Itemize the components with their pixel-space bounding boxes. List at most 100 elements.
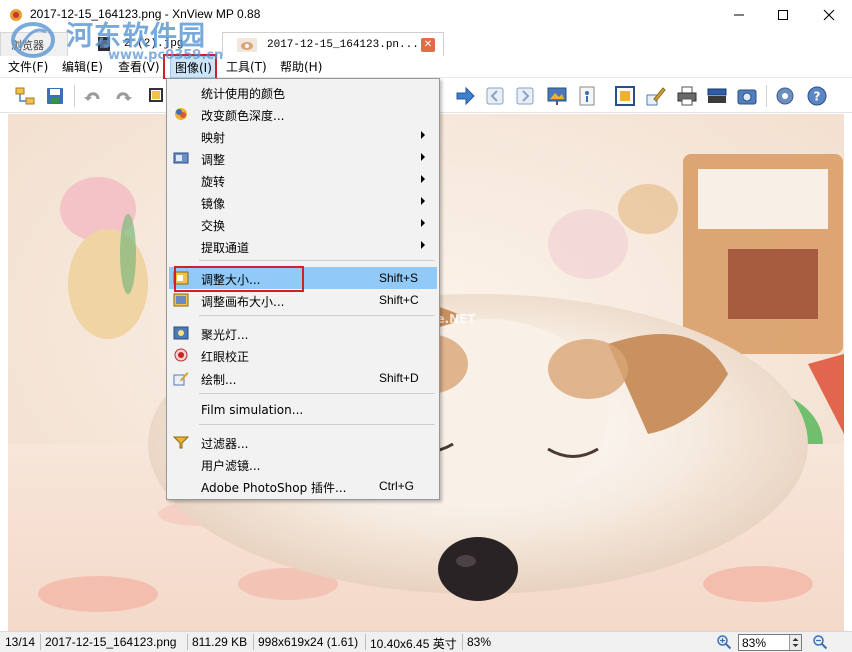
zoom-spinner[interactable] — [789, 635, 801, 650]
slideshow-button[interactable] — [544, 83, 570, 109]
tab-close-icon[interactable]: ✕ — [421, 38, 435, 52]
next-button[interactable] — [452, 83, 478, 109]
menu-item-shortcut: Shift+S — [379, 271, 419, 285]
close-window-button[interactable] — [806, 0, 852, 30]
info-icon — [579, 86, 595, 106]
menu-item-14[interactable]: Film simulation... — [169, 399, 437, 421]
submenu-arrow-icon — [421, 197, 425, 205]
status-separator — [40, 634, 41, 650]
title-bar: 2017-12-15_164123.png - XnView MP 0.88 — [0, 0, 852, 30]
menu-item-15[interactable]: 过滤器... — [169, 431, 437, 453]
zoom-out-icon[interactable] — [812, 634, 828, 650]
status-separator — [253, 634, 254, 650]
tab-image-2-2[interactable]: 2 (2).jpg ✕ — [78, 32, 218, 56]
settings-button[interactable] — [772, 83, 798, 109]
zoom-input[interactable]: 83% — [738, 634, 802, 651]
menu-item-label: 调整 — [201, 153, 226, 167]
menu-item-4[interactable]: 调整 — [169, 147, 437, 169]
xnview-app-icon — [9, 8, 23, 22]
menu-item-6[interactable]: 镜像 — [169, 191, 437, 213]
image-thumbnail-icon — [98, 37, 110, 51]
spotlight-icon — [173, 326, 189, 340]
menu-item-11[interactable]: 聚光灯... — [169, 322, 437, 344]
first-page-button[interactable] — [482, 83, 508, 109]
adjust-icon — [173, 152, 189, 164]
menu-item-label: 旋转 — [201, 175, 226, 189]
menu-file[interactable]: 文件(F) — [4, 56, 52, 78]
menu-edit[interactable]: 编辑(E) — [58, 56, 107, 78]
submenu-arrow-icon — [421, 241, 425, 249]
menu-item-3[interactable]: 映射 — [169, 125, 437, 147]
menu-item-17[interactable]: Adobe PhotoShop 插件... Ctrl+G — [169, 475, 437, 497]
edit-button[interactable] — [642, 83, 668, 109]
tab-label: 2 (2).jpg — [124, 38, 184, 50]
minimize-icon — [734, 14, 744, 16]
menu-item-12[interactable]: 红眼校正 — [169, 344, 437, 366]
submenu-arrow-icon — [421, 219, 425, 227]
print-button[interactable] — [674, 83, 700, 109]
fullscreen-icon — [615, 86, 635, 106]
next-arrow-icon — [456, 86, 475, 106]
menu-item-label: 绘制... — [201, 373, 237, 387]
tab-image-current[interactable]: 2017-12-15_164123.pn... ✕ — [222, 32, 444, 56]
info-button[interactable] — [574, 83, 600, 109]
menu-item-5[interactable]: 旋转 — [169, 169, 437, 191]
edit-icon — [646, 87, 666, 106]
undo-button[interactable] — [80, 83, 106, 109]
menu-item-13[interactable]: 绘制... Shift+D — [169, 367, 437, 389]
menu-item-label: 聚光灯... — [201, 328, 249, 342]
svg-text:?: ? — [814, 90, 821, 104]
submenu-arrow-icon — [421, 131, 425, 139]
minimize-button[interactable] — [716, 0, 762, 30]
redo-button[interactable] — [110, 83, 136, 109]
canvas-resize-icon — [173, 293, 189, 307]
draw-icon — [173, 372, 189, 386]
print-icon — [677, 86, 697, 106]
menu-item-label: 统计使用的颜色 — [201, 87, 286, 101]
color-depth-icon — [175, 108, 187, 120]
menu-separator — [199, 393, 435, 394]
menu-item-2[interactable]: 改变颜色深度... — [169, 103, 437, 125]
tab-browser[interactable]: 浏览器 — [0, 32, 68, 56]
menu-item-8[interactable]: 提取通道 — [169, 235, 437, 257]
undo-icon — [84, 92, 100, 101]
menu-item-1[interactable]: 统计使用的颜色 — [169, 81, 437, 103]
status-separator — [187, 634, 188, 650]
fullscreen-button[interactable] — [612, 83, 638, 109]
menu-item-shortcut: Shift+C — [379, 293, 419, 307]
help-button[interactable]: ? — [804, 83, 830, 109]
spinner-arrows-icon — [792, 638, 799, 647]
menu-item-7[interactable]: 交换 — [169, 213, 437, 235]
status-filesize: 811.29 KB — [192, 635, 248, 649]
slideshow-icon — [547, 87, 567, 105]
zoom-in-icon[interactable] — [716, 634, 732, 650]
menu-item-16[interactable]: 用户滤镜... — [169, 453, 437, 475]
window-title: 2017-12-15_164123.png - XnView MP 0.88 — [30, 7, 261, 21]
menu-item-10[interactable]: 调整画布大小... Shift+C — [169, 289, 437, 311]
menu-separator — [199, 260, 435, 261]
menu-tools[interactable]: 工具(T) — [222, 56, 271, 78]
menu-item-shortcut: Shift+D — [379, 371, 419, 385]
tab-label: 浏览器 — [11, 38, 44, 52]
tab-bar: 浏览器 2 (2).jpg ✕ 2017-12-15_164123.pn... … — [0, 30, 852, 56]
menu-item-label: 交换 — [201, 219, 226, 233]
menu-item-label: 用户滤镜... — [201, 459, 261, 473]
scanner-button[interactable] — [704, 83, 730, 109]
prev-page-button[interactable] — [512, 83, 538, 109]
help-icon: ? — [807, 86, 827, 106]
save-button[interactable] — [42, 83, 68, 109]
submenu-arrow-icon — [421, 153, 425, 161]
filter-icon — [173, 436, 189, 449]
tab-label: 2017-12-15_164123.pn... — [267, 38, 419, 51]
xnview-window: 2017-12-15_164123.png - XnView MP 0.88 浏… — [0, 0, 852, 652]
browser-icon — [15, 87, 35, 105]
capture-icon — [737, 89, 757, 105]
menu-help[interactable]: 帮助(H) — [276, 56, 326, 78]
maximize-button[interactable] — [760, 0, 806, 30]
menu-view[interactable]: 查看(V) — [114, 56, 164, 78]
submenu-arrow-icon — [421, 175, 425, 183]
status-bar: 13/14 2017-12-15_164123.png 811.29 KB 99… — [0, 631, 852, 652]
capture-button[interactable] — [734, 83, 760, 109]
status-dimensions: 998x619x24 (1.61) — [258, 635, 359, 649]
browser-button[interactable] — [12, 83, 38, 109]
